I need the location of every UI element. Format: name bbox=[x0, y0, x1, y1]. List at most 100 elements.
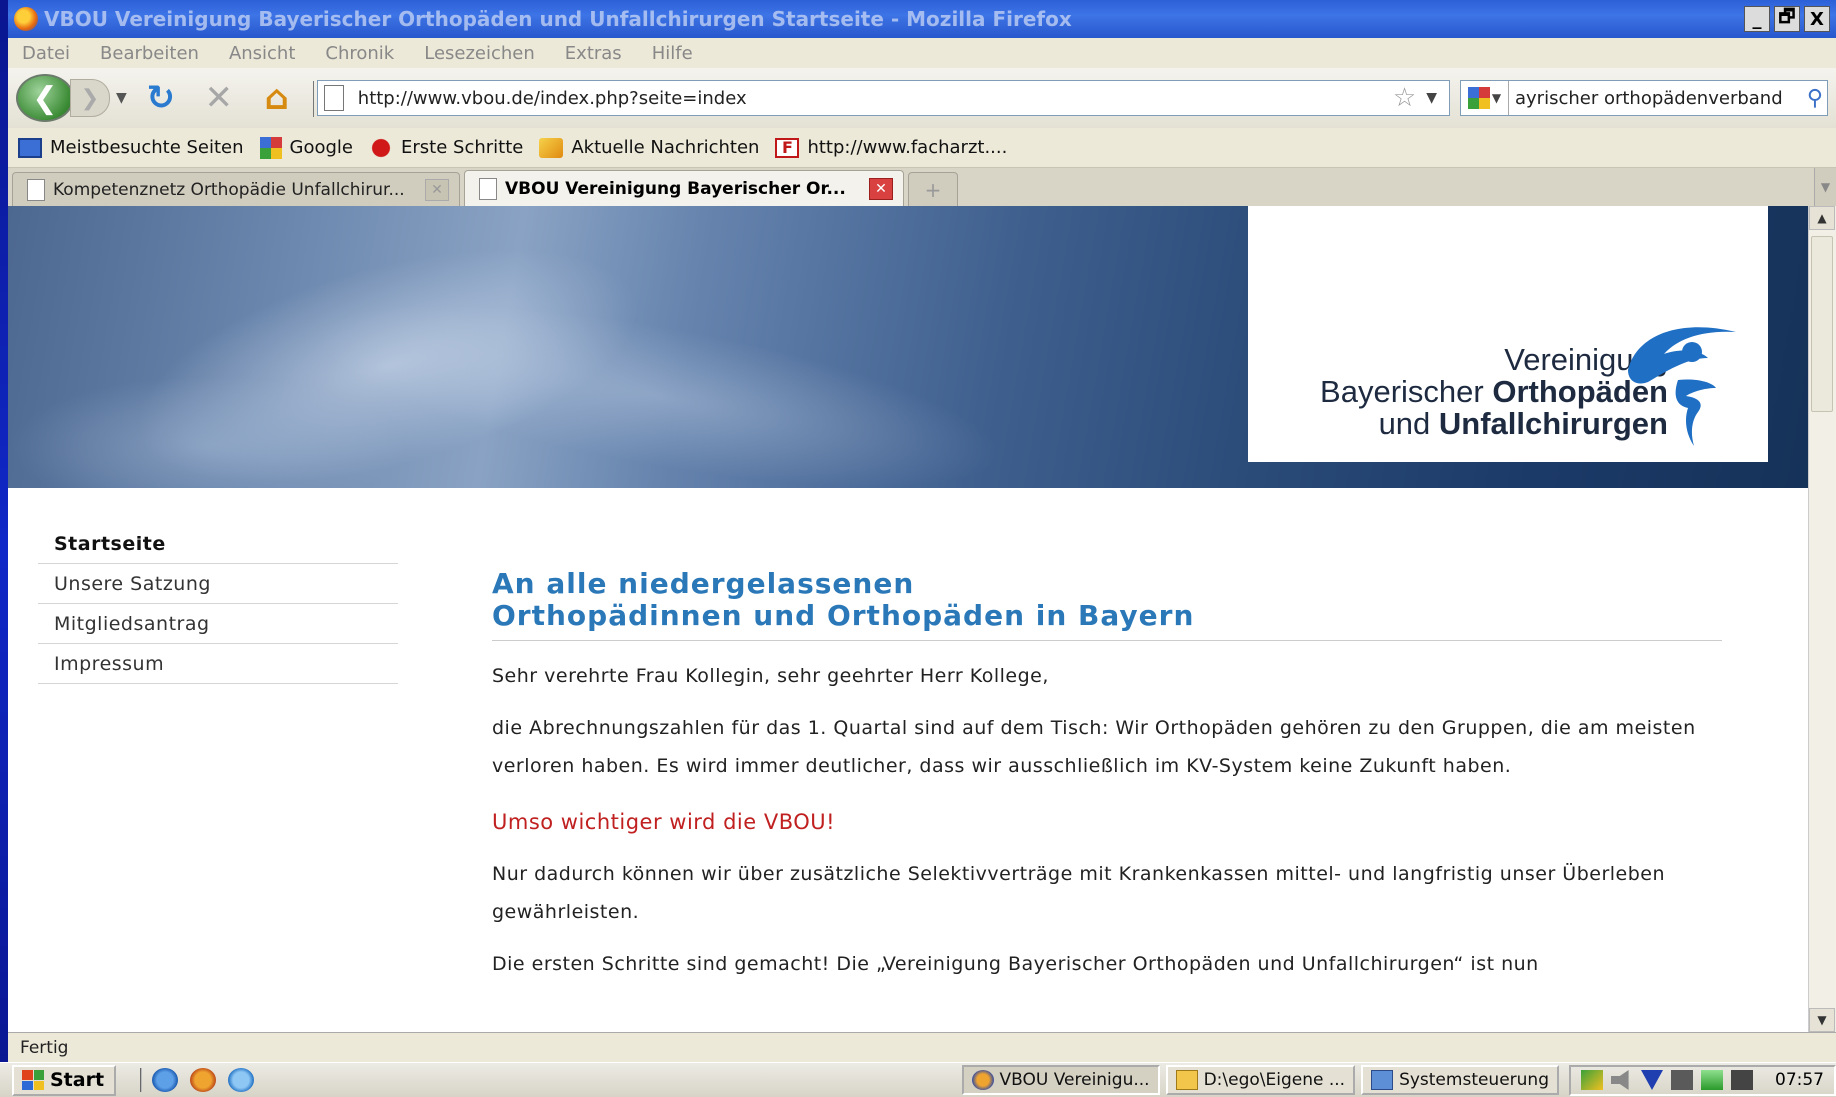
tab-kompetenznetz[interactable]: Kompetenznetz Orthopädie Unfallchirur...… bbox=[12, 172, 460, 206]
monitor-icon bbox=[18, 137, 42, 158]
security-shield-icon[interactable] bbox=[1641, 1070, 1663, 1090]
firefox-red-icon bbox=[369, 137, 394, 158]
highlight-text: Umso wichtiger wird die VBOU! bbox=[492, 810, 836, 834]
scroll-thumb[interactable] bbox=[1811, 236, 1833, 412]
navigation-toolbar: ❮ ❯ ▼ ↻ ✕ ⌂ http://www.vbou.de/index.php… bbox=[8, 68, 1836, 128]
globe-icon[interactable] bbox=[228, 1068, 255, 1092]
nav-impressum[interactable]: Impressum bbox=[38, 644, 398, 684]
network-icon[interactable] bbox=[1671, 1070, 1693, 1090]
nav-unsere-satzung[interactable]: Unsere Satzung bbox=[38, 564, 398, 604]
url-bar[interactable]: http://www.vbou.de/index.php?seite=index… bbox=[312, 80, 1450, 117]
scroll-down-icon[interactable]: ▼ bbox=[1809, 1008, 1835, 1032]
scroll-up-icon[interactable]: ▲ bbox=[1809, 206, 1835, 230]
clock: 07:57 bbox=[1775, 1070, 1824, 1090]
title-bar: VBOU Vereinigung Bayerischer Orthopäden … bbox=[8, 0, 1836, 38]
tab-label: VBOU Vereinigung Bayerischer Or... bbox=[505, 178, 846, 199]
header-banner: Vereinigung Bayerischer Orthopäden und U… bbox=[8, 206, 1808, 488]
arrow-right-icon: ❯ bbox=[80, 85, 100, 111]
internet-explorer-icon[interactable] bbox=[152, 1068, 179, 1092]
task-label: Systemsteuerung bbox=[1399, 1070, 1549, 1090]
home-button[interactable]: ⌂ bbox=[253, 76, 301, 120]
start-button[interactable]: Start bbox=[12, 1064, 117, 1096]
close-tab-icon[interactable]: ✕ bbox=[425, 178, 449, 201]
main-content: An alle niedergelassenen Orthopädinnen u… bbox=[492, 568, 1722, 983]
bookmark-facharzt[interactable]: F http://www.facharzt.... bbox=[775, 137, 1007, 158]
restore-button[interactable]: 🗗 bbox=[1774, 6, 1800, 32]
stop-button[interactable]: ✕ bbox=[195, 76, 243, 120]
search-engine-selector[interactable]: ▼ bbox=[1461, 81, 1509, 115]
close-tab-icon[interactable]: ✕ bbox=[869, 177, 893, 200]
search-input[interactable]: ayrischer orthopädenverband bbox=[1509, 88, 1803, 109]
home-icon: ⌂ bbox=[264, 78, 289, 118]
back-button[interactable]: ❮ bbox=[16, 74, 74, 122]
new-tab-button[interactable]: + bbox=[908, 172, 958, 206]
tab-vbou[interactable]: VBOU Vereinigung Bayerischer Or... ✕ bbox=[464, 170, 904, 206]
signal-icon[interactable] bbox=[1701, 1070, 1723, 1090]
language-icon[interactable] bbox=[1731, 1070, 1753, 1090]
facharzt-f-icon: F bbox=[775, 137, 800, 158]
heading-line-1: An alle niedergelassenen bbox=[492, 567, 915, 600]
bookmark-google[interactable]: Google bbox=[259, 136, 354, 159]
reload-icon: ↻ bbox=[146, 78, 176, 118]
logo-box[interactable]: Vereinigung Bayerischer Orthopäden und U… bbox=[1248, 206, 1768, 462]
forward-button[interactable]: ❯ bbox=[70, 79, 110, 117]
logo-line-2a: Bayerischer bbox=[1320, 374, 1493, 409]
folder-icon bbox=[1175, 1070, 1198, 1090]
windows-flag-icon bbox=[22, 1070, 44, 1090]
bookmark-label: Meistbesuchte Seiten bbox=[50, 137, 244, 158]
stop-icon: ✕ bbox=[204, 78, 234, 118]
engine-dropdown-icon: ▼ bbox=[1491, 91, 1502, 105]
url-dropdown-icon[interactable]: ▼ bbox=[1426, 90, 1449, 106]
reload-button[interactable]: ↻ bbox=[137, 76, 185, 120]
paragraph-2: Nur dadurch können wir über zusätzliche … bbox=[492, 863, 1666, 923]
tab-label: Kompetenznetz Orthopädie Unfallchirur... bbox=[53, 179, 405, 200]
menu-hilfe[interactable]: Hilfe bbox=[652, 43, 693, 64]
menu-chronik[interactable]: Chronik bbox=[325, 43, 394, 64]
close-window-button[interactable]: X bbox=[1804, 6, 1830, 32]
page-icon bbox=[479, 177, 497, 200]
google-icon bbox=[1467, 87, 1490, 109]
menu-ansicht[interactable]: Ansicht bbox=[229, 43, 295, 64]
salutation: Sehr verehrte Frau Kollegin, sehr geehrt… bbox=[492, 665, 1049, 687]
bookmark-star-icon[interactable]: ☆ bbox=[1383, 83, 1426, 113]
vbou-logo-figure-icon bbox=[1628, 327, 1736, 446]
bookmark-aktuelle-nachrichten[interactable]: Aktuelle Nachrichten bbox=[539, 137, 759, 158]
menu-bearbeiten[interactable]: Bearbeiten bbox=[100, 43, 199, 64]
rss-icon bbox=[539, 137, 564, 158]
nav-mitgliedsantrag[interactable]: Mitgliedsantrag bbox=[38, 604, 398, 644]
page-icon bbox=[312, 81, 344, 117]
nav-startseite[interactable]: Startseite bbox=[38, 524, 398, 564]
status-bar: Fertig bbox=[8, 1032, 1836, 1062]
arrow-left-icon: ❮ bbox=[32, 80, 58, 116]
system-tray: 07:57 bbox=[1569, 1064, 1836, 1096]
page-heading: An alle niedergelassenen Orthopädinnen u… bbox=[492, 568, 1722, 641]
vertical-scrollbar[interactable]: ▲ ▼ bbox=[1808, 206, 1836, 1032]
task-vbou-firefox[interactable]: VBOU Vereinigu... bbox=[961, 1065, 1160, 1095]
tab-bar: Kompetenznetz Orthopädie Unfallchirur...… bbox=[8, 168, 1836, 206]
history-dropdown-icon[interactable]: ▼ bbox=[116, 90, 127, 106]
volume-icon[interactable] bbox=[1611, 1070, 1629, 1090]
task-systemsteuerung[interactable]: Systemsteuerung bbox=[1361, 1065, 1559, 1095]
menu-lesezeichen[interactable]: Lesezeichen bbox=[424, 43, 535, 64]
search-bar[interactable]: ▼ ayrischer orthopädenverband ⚲ bbox=[1460, 80, 1828, 116]
bookmark-label: Google bbox=[289, 137, 354, 158]
menu-extras[interactable]: Extras bbox=[565, 43, 622, 64]
bookmark-meistbesuchte[interactable]: Meistbesuchte Seiten bbox=[18, 137, 244, 158]
tray-app-icon[interactable] bbox=[1581, 1070, 1603, 1090]
plus-icon: + bbox=[924, 177, 942, 202]
firefox-quicklaunch-icon[interactable] bbox=[190, 1068, 217, 1092]
search-icon[interactable]: ⚲ bbox=[1803, 86, 1827, 111]
windows-taskbar: Start VBOU Vereinigu... D:\ego\Eigene ..… bbox=[0, 1062, 1836, 1097]
window-title: VBOU Vereinigung Bayerischer Orthopäden … bbox=[44, 7, 1072, 31]
start-label: Start bbox=[50, 1069, 105, 1091]
side-navigation: Startseite Unsere Satzung Mitgliedsantra… bbox=[38, 524, 398, 684]
url-text[interactable]: http://www.vbou.de/index.php?seite=index bbox=[358, 88, 1383, 109]
menu-datei[interactable]: Datei bbox=[22, 43, 70, 64]
task-explorer-folder[interactable]: D:\ego\Eigene ... bbox=[1165, 1065, 1356, 1095]
bookmark-erste-schritte[interactable]: Erste Schritte bbox=[369, 137, 523, 158]
bookmark-label: Erste Schritte bbox=[401, 137, 524, 158]
tab-list-icon[interactable]: ▼ bbox=[1814, 168, 1836, 206]
bookmark-label: http://www.facharzt.... bbox=[807, 137, 1008, 158]
paragraph-1: die Abrechnungszahlen für das 1. Quartal… bbox=[492, 717, 1696, 777]
minimize-button[interactable]: _ bbox=[1744, 6, 1770, 32]
